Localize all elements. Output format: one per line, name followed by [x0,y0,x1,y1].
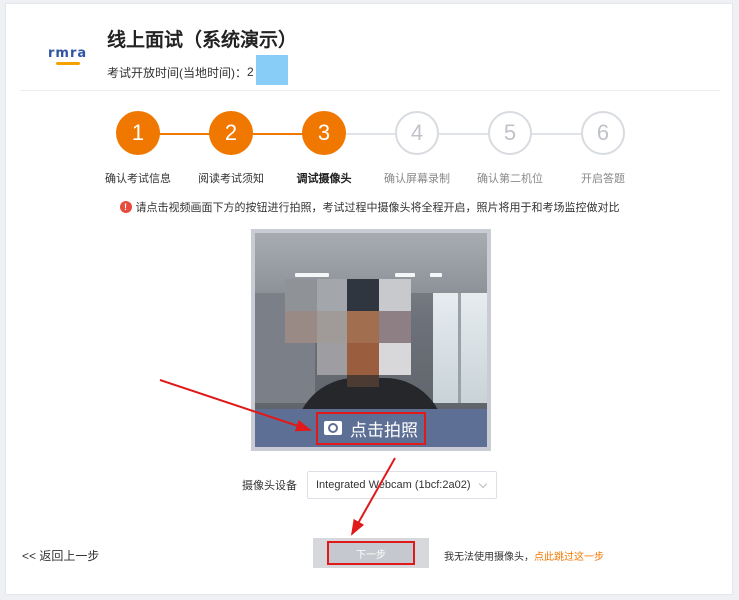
progress-stepper: 1 2 3 4 5 6 确认考试信息 阅读考试须知 调试摄像头 确认屏幕录制 确… [0,111,739,191]
camera-device-row: 摄像头设备 Integrated Webcam (1bcf:2a02) [242,471,497,499]
warning-icon: ! [119,201,132,213]
face-mosaic [379,279,411,311]
step-connector [159,133,211,135]
face-mosaic [285,311,317,343]
next-button-wrap: 下一步 [313,538,429,568]
step-connector [531,133,583,135]
device-selected-value: Integrated Webcam (1bcf:2a02) [316,479,471,491]
face-mosaic [347,375,379,387]
step-number: 1 [131,120,145,145]
step-number: 5 [503,120,517,145]
step-4-label: 确认屏幕录制 [384,173,450,185]
step-1-circle: 1 [116,111,160,155]
notice-text: 请点击视频画面下方的按钮进行拍照，考试过程中摄像头将全程开启，照片将用于和考场监… [135,202,620,214]
chevron-down-icon [478,479,488,488]
next-step-button[interactable]: 下一步 [327,541,415,565]
step-2-label: 阅读考试须知 [198,173,264,185]
step-5-label: 确认第二机位 [477,173,543,185]
step-1-label: 确认考试信息 [105,173,171,185]
face-mosaic [347,311,379,343]
exam-time: 考试开放时间(当地时间)： 2 [107,55,288,87]
face-mosaic [347,343,379,375]
camera-feed: 点击拍照 [255,233,487,447]
skip-hint: 我无法使用摄像头，点此跳过这一步 [444,548,604,563]
step-3-label: 调试摄像头 [296,173,352,185]
ceiling-light [295,273,329,277]
step-number: 2 [224,120,238,145]
step-4-circle: 4 [395,111,439,155]
step-3-circle: 3 [302,111,346,155]
skip-step-link[interactable]: 点此跳过这一步 [534,552,604,563]
camera-device-select[interactable]: Integrated Webcam (1bcf:2a02) [307,471,497,499]
face-mosaic [317,311,347,343]
camera-preview: 点击拍照 [251,229,491,451]
camera-notice: ! 请点击视频画面下方的按钮进行拍照，考试过程中摄像头将全程开启，照片将用于和考… [0,199,739,215]
brand-logo: rmra [48,46,88,61]
face-mosaic [379,311,411,343]
skip-hint-text: 我无法使用摄像头， [444,552,534,563]
window-frame [458,293,461,403]
step-connector [438,133,490,135]
capture-bar: 点击拍照 [255,409,487,447]
face-mosaic [317,343,347,375]
back-link[interactable]: << 返回上一步 [22,547,99,564]
step-connector [345,133,397,135]
take-photo-label: 点击拍照 [350,420,418,440]
ceiling-light [395,273,415,277]
step-5-circle: 5 [488,111,532,155]
face-mosaic [285,279,317,311]
take-photo-button[interactable]: 点击拍照 [316,411,426,445]
step-connector [252,133,304,135]
step-6-circle: 6 [581,111,625,155]
face-mosaic [317,279,347,311]
redaction-mask [255,55,288,85]
step-number: 3 [317,120,331,145]
ceiling-light [430,273,442,277]
step-number: 4 [410,120,424,145]
logo-accent [56,62,80,65]
face-mosaic [347,279,379,311]
exam-time-label: 考试开放时间(当地时间)： [107,65,247,80]
header-divider [20,90,720,91]
step-number: 6 [596,120,610,145]
device-label: 摄像头设备 [242,480,297,492]
camera-icon [324,421,342,435]
face-mosaic [379,343,411,375]
step-6-label: 开启答题 [581,173,625,185]
exam-time-value: 2 [247,65,254,79]
page-title: 线上面试（系统演示） [107,30,298,51]
step-2-circle: 2 [209,111,253,155]
